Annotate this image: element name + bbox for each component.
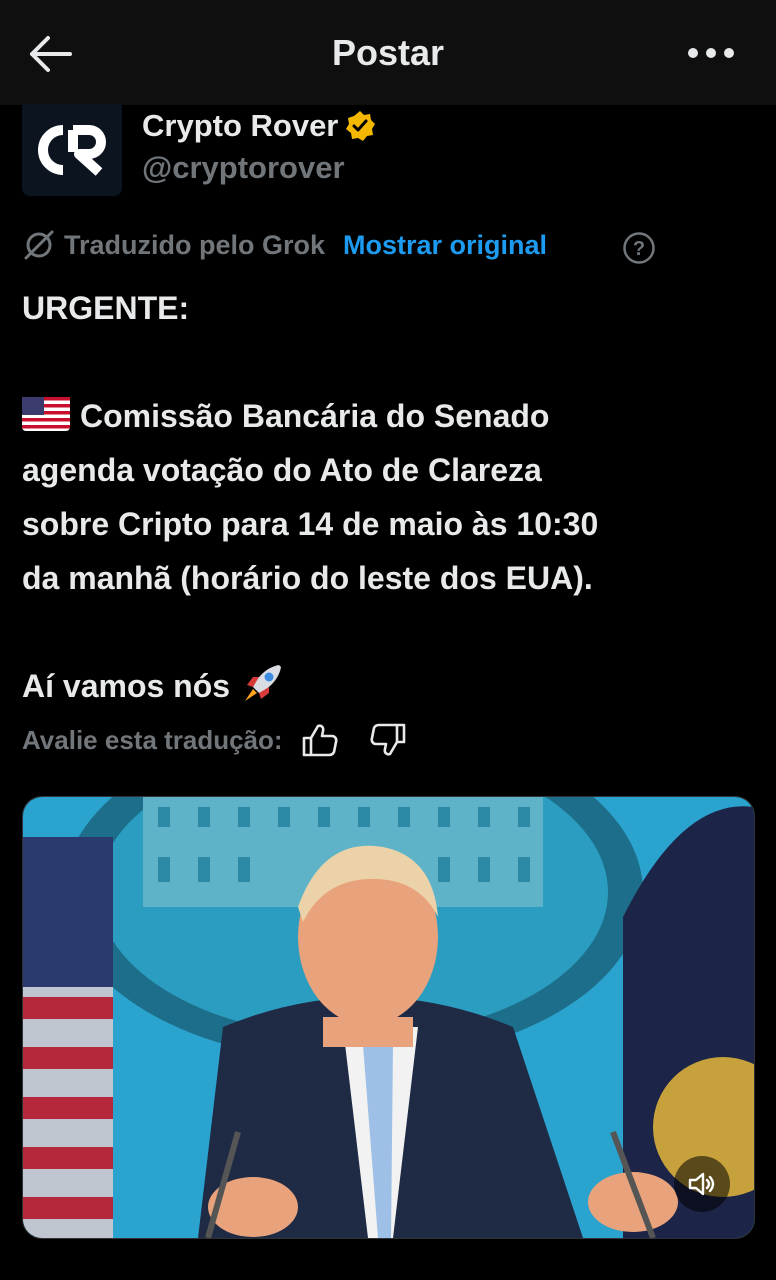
rocket-emoji-icon — [244, 665, 281, 701]
post-line-2: agenda votação do Ato de Clareza — [22, 452, 542, 488]
post-line-1-text: Comissão Bancária do Senado — [80, 398, 550, 434]
avatar[interactable] — [22, 104, 122, 196]
question-circle-icon[interactable]: ? — [622, 231, 656, 265]
svg-text:?: ? — [633, 238, 645, 260]
show-original-link[interactable]: Mostrar original — [343, 230, 547, 261]
top-bar: Postar — [0, 0, 776, 105]
volume-button[interactable] — [674, 1156, 730, 1212]
author-name-row[interactable]: Crypto Rover — [142, 108, 376, 144]
video-thumbnail — [23, 797, 754, 1238]
thumbs-up-icon[interactable] — [301, 722, 339, 758]
speaker-icon — [688, 1172, 715, 1196]
post-line-4: da manhã (horário do leste dos EUA). — [22, 560, 593, 596]
post-closing-text: Aí vamos nós — [22, 668, 231, 704]
post-line-3: sobre Cripto para 14 de maio às 10:30 — [22, 506, 599, 542]
post-text: URGENTE: Comissão Bancária do Senado age… — [22, 281, 762, 713]
verified-badge-icon — [346, 111, 376, 141]
crypto-rover-logo — [38, 125, 106, 176]
post-line-1: Comissão Bancária do Senado — [22, 389, 762, 443]
thumbs-down-icon[interactable] — [369, 722, 407, 758]
author-name[interactable]: Crypto Rover — [142, 108, 338, 144]
translation-row: Traduzido pelo Grok Mostrar original — [22, 228, 547, 262]
author-handle[interactable]: @cryptorover — [142, 150, 345, 186]
page-title: Postar — [331, 32, 445, 73]
post-headline: URGENTE: — [22, 290, 190, 326]
grok-slash-icon — [24, 230, 54, 260]
post-closing: Aí vamos nós — [22, 659, 762, 713]
us-flag-icon — [22, 397, 70, 431]
video-player[interactable] — [22, 796, 755, 1239]
more-options-icon[interactable] — [686, 38, 736, 68]
rate-translation-label: Avalie esta tradução: — [22, 724, 283, 755]
rate-translation-row: Avalie esta tradução: — [22, 722, 407, 758]
translated-by-label: Traduzido pelo Grok — [64, 229, 326, 260]
